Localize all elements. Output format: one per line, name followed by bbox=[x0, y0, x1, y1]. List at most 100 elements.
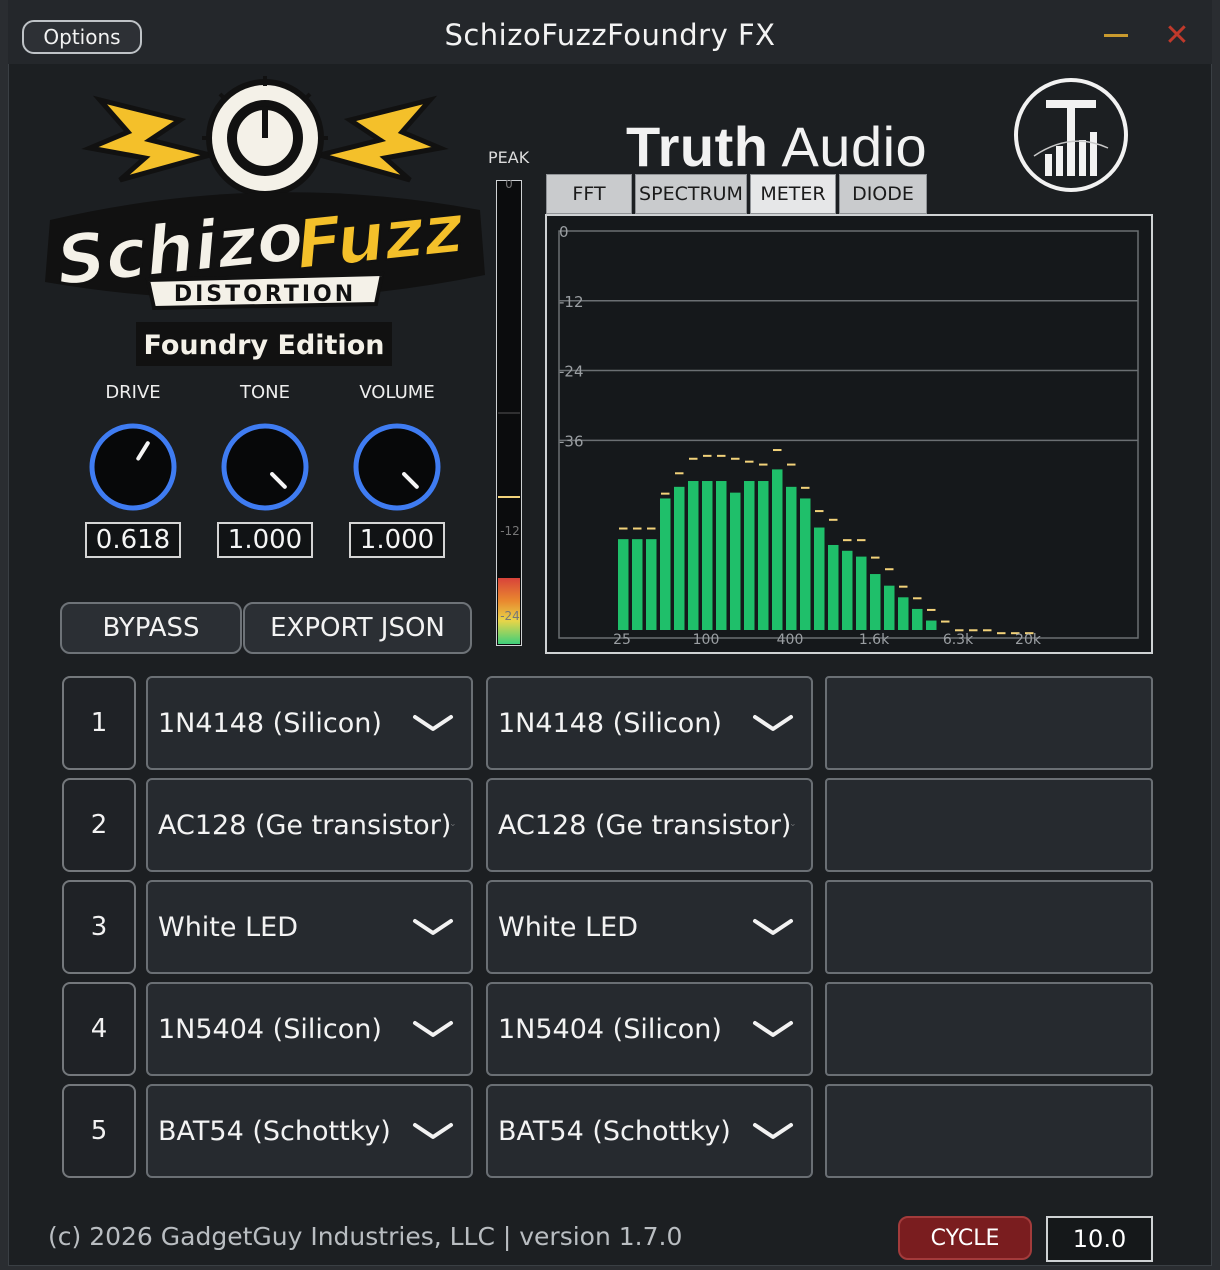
spectrum-bar bbox=[618, 539, 629, 630]
tab-diode[interactable]: DIODE bbox=[839, 174, 927, 214]
copyright-text: (c) 2026 GadgetGuy Industries, LLC | ver… bbox=[48, 1222, 683, 1251]
diode-select-left[interactable]: 1N4148 (Silicon) bbox=[146, 676, 473, 770]
spectrum-peak-marker bbox=[829, 518, 838, 521]
cycle-value-field[interactable]: 10.0 bbox=[1046, 1216, 1153, 1262]
spectrum-peak-marker bbox=[955, 629, 964, 632]
truth-audio-brand: Truth Audio bbox=[626, 114, 927, 179]
diode-select-left[interactable]: AC128 (Ge transistor) bbox=[146, 778, 473, 872]
x-tick-label: 25 bbox=[613, 632, 631, 648]
spectrum-bar bbox=[716, 481, 727, 630]
spectrum-peak-marker bbox=[941, 620, 950, 623]
diode-select-right[interactable]: 1N5404 (Silicon) bbox=[486, 982, 813, 1076]
diode-select-right[interactable]: BAT54 (Schottky) bbox=[486, 1084, 813, 1178]
chevron-down-icon bbox=[413, 1021, 453, 1037]
cycle-button[interactable]: CYCLE bbox=[898, 1216, 1032, 1260]
spectrum-chart: 0 -12 -24 -36 25 100 400 1.6k 6.3k 20k bbox=[545, 214, 1153, 654]
slot-number: 3 bbox=[62, 880, 136, 974]
chevron-down-icon bbox=[413, 715, 453, 731]
bypass-button[interactable]: BYPASS bbox=[60, 602, 242, 654]
spectrum-peak-marker bbox=[997, 632, 1006, 635]
spectrum-peak-marker bbox=[857, 539, 866, 542]
spectrum-peak-marker bbox=[787, 463, 796, 466]
spectrum-bar bbox=[828, 544, 839, 630]
spectrum-bar bbox=[632, 539, 643, 630]
tone-knob[interactable] bbox=[220, 422, 310, 512]
logo-edition: Foundry Edition bbox=[144, 330, 385, 361]
select-value: AC128 (Ge transistor) bbox=[498, 809, 792, 841]
spectrum-peak-marker bbox=[885, 568, 894, 571]
spectrum-peak-marker bbox=[773, 449, 782, 452]
logo-distortion: DISTORTION bbox=[174, 282, 356, 307]
close-icon[interactable]: ✕ bbox=[1163, 21, 1191, 51]
slot-display-panel bbox=[825, 676, 1153, 770]
spectrum-peak-marker bbox=[619, 527, 628, 530]
diode-select-left[interactable]: White LED bbox=[146, 880, 473, 974]
diode-select-right[interactable]: White LED bbox=[486, 880, 813, 974]
drive-label: DRIVE bbox=[105, 382, 161, 403]
spectrum-bar bbox=[660, 498, 671, 630]
select-value: BAT54 (Schottky) bbox=[158, 1115, 391, 1147]
spectrum-peak-marker bbox=[801, 486, 810, 489]
spectrum-peak-marker bbox=[913, 597, 922, 600]
select-value: AC128 (Ge transistor) bbox=[158, 809, 452, 841]
spectrum-peak-marker bbox=[969, 629, 978, 632]
volume-knob[interactable] bbox=[352, 422, 442, 512]
minimize-button[interactable] bbox=[1104, 34, 1128, 37]
spectrum-bar bbox=[814, 527, 825, 630]
spectrum-bar bbox=[772, 469, 783, 630]
tab-spectrum[interactable]: SPECTRUM bbox=[635, 174, 747, 214]
spectrum-bar bbox=[898, 597, 909, 630]
select-value: 1N4148 (Silicon) bbox=[498, 707, 722, 739]
chevron-down-icon bbox=[451, 824, 455, 826]
spectrum-peak-marker bbox=[675, 472, 684, 475]
spectrum-peak-marker bbox=[633, 527, 642, 530]
schizofuzz-logo: Schizo Fuzz DISTORTION Foundry Edition bbox=[45, 76, 485, 366]
spectrum-bar bbox=[730, 492, 741, 630]
tone-value[interactable]: 1.000 bbox=[217, 522, 313, 558]
x-tick-label: 1.6k bbox=[859, 632, 890, 648]
slot-display-panel bbox=[825, 880, 1153, 974]
y-tick-label: -24 bbox=[559, 363, 584, 381]
tab-fft[interactable]: FFT bbox=[546, 174, 632, 214]
select-value: White LED bbox=[498, 911, 638, 943]
y-tick-label: 0 bbox=[559, 223, 569, 241]
diode-select-right[interactable]: 1N4148 (Silicon) bbox=[486, 676, 813, 770]
diode-select-left[interactable]: 1N5404 (Silicon) bbox=[146, 982, 473, 1076]
spectrum-bar bbox=[884, 585, 895, 630]
spectrum-bar bbox=[912, 608, 923, 630]
select-value: White LED bbox=[158, 911, 298, 943]
spectrum-peak-marker bbox=[899, 585, 908, 588]
volume-value[interactable]: 1.000 bbox=[349, 522, 445, 558]
drive-knob[interactable] bbox=[88, 422, 178, 512]
volume-label: VOLUME bbox=[359, 382, 435, 403]
select-value: 1N5404 (Silicon) bbox=[158, 1013, 382, 1045]
select-value: 1N5404 (Silicon) bbox=[498, 1013, 722, 1045]
chevron-down-icon bbox=[413, 1123, 453, 1139]
slot-number: 4 bbox=[62, 982, 136, 1076]
peak-meter: 0 -12 -24 bbox=[496, 180, 522, 646]
spectrum-bar bbox=[926, 620, 937, 630]
spectrum-bar bbox=[870, 574, 881, 630]
diode-select-left[interactable]: BAT54 (Schottky) bbox=[146, 1084, 473, 1178]
spectrum-bar bbox=[744, 481, 755, 630]
slot-display-panel bbox=[825, 778, 1153, 872]
chevron-down-icon bbox=[753, 715, 793, 731]
spectrum-peak-marker bbox=[661, 492, 670, 495]
slot-number: 5 bbox=[62, 1084, 136, 1178]
select-value: 1N4148 (Silicon) bbox=[158, 707, 382, 739]
chevron-down-icon bbox=[753, 1021, 793, 1037]
x-tick-label: 100 bbox=[693, 632, 720, 648]
y-tick-label: -36 bbox=[559, 432, 584, 450]
drive-value[interactable]: 0.618 bbox=[85, 522, 181, 558]
tab-meter[interactable]: METER bbox=[750, 174, 836, 214]
brand-bold: Truth bbox=[626, 115, 769, 178]
x-tick-label: 6.3k bbox=[943, 632, 974, 648]
spectrum-bar bbox=[674, 486, 685, 630]
export-json-button[interactable]: EXPORT JSON bbox=[243, 602, 472, 654]
spectrum-peak-marker bbox=[647, 527, 656, 530]
spectrum-peak-marker bbox=[689, 457, 698, 460]
spectrum-peak-marker bbox=[871, 556, 880, 559]
peak-tick-12: -12 bbox=[500, 524, 520, 538]
spectrum-peak-marker bbox=[759, 463, 768, 466]
diode-select-right[interactable]: AC128 (Ge transistor) bbox=[486, 778, 813, 872]
